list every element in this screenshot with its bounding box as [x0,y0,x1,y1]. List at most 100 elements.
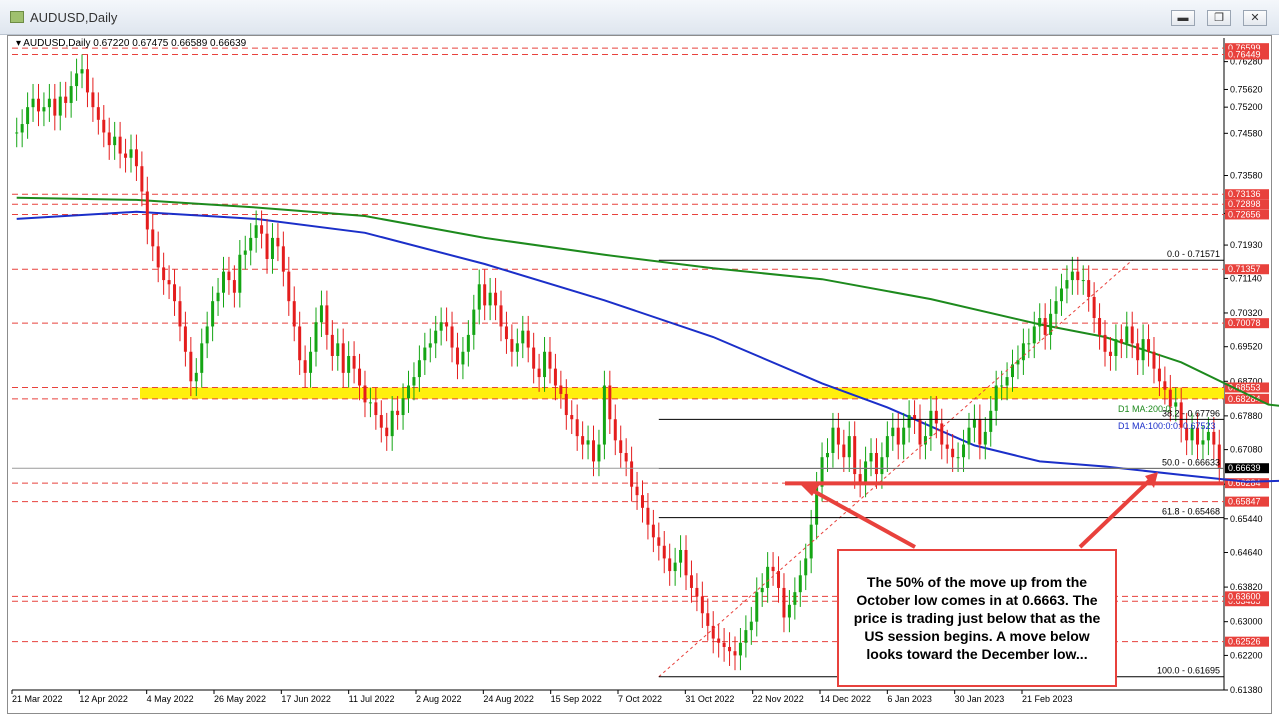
candle-body [238,254,242,293]
candle-body [1152,351,1156,369]
candle-body [276,237,280,247]
candle-body [439,322,443,331]
candle-body [450,326,454,348]
candle-body [766,566,770,588]
candle-body [53,98,57,116]
candle-body [738,642,742,656]
level-label: 0.72656 [1228,209,1261,219]
candle-body [1114,339,1118,356]
candle-body [798,575,802,593]
time-tick-label: 17 Jun 2022 [281,694,331,704]
candle-body [227,271,231,281]
candle-body [140,166,144,192]
candle-body [651,524,655,538]
candle-body [880,457,884,475]
candle-body [249,237,253,251]
chart-menu-triangle-icon[interactable]: ▾ [16,38,21,49]
candle-body [314,322,318,352]
candle-body [374,402,378,416]
candle-body [1081,280,1085,282]
candle-body [232,280,236,293]
candle-body [929,410,933,437]
ma100-label: D1 MA:100:0:0: 0.67523 [1118,421,1216,431]
candle-body [967,427,971,445]
candle-body [292,301,296,327]
candle-body [368,402,372,404]
price-tick-label: 0.67880 [1230,411,1263,421]
time-tick-label: 6 Jan 2023 [887,694,932,704]
candle-body [423,347,427,361]
candle-body [619,440,623,453]
candle-body [270,237,274,259]
level-label: 0.76449 [1228,49,1261,59]
candle-body [532,347,536,369]
candle-body [80,69,84,74]
candle-body [102,119,106,133]
support-zone-band [140,387,1224,399]
chart-symbol: AUDUSD,Daily [23,38,91,49]
candle-body [891,427,895,437]
price-tick-label: 0.67080 [1230,445,1263,455]
candle-body [254,225,258,238]
candle-body [91,92,95,108]
level-label: 0.62526 [1228,637,1261,647]
level-label: 0.71357 [1228,264,1261,274]
candle-body [504,326,508,340]
candle-body [657,537,661,546]
candle-body [956,457,960,459]
candle-body [1125,326,1129,344]
candle-body [189,351,193,382]
ohlc-values: 0.67220 0.67475 0.66589 0.66639 [93,38,247,49]
candle-body [390,410,394,437]
candle-body [499,305,503,327]
candle-body [689,575,693,588]
candle-body [559,385,563,394]
candle-body [113,136,117,146]
candle-body [983,431,987,445]
candle-body [319,305,323,323]
candle-body [1119,339,1123,344]
candle-body [581,436,585,445]
candle-body [466,334,470,352]
candle-body [64,96,68,103]
candle-body [684,549,688,576]
candle-body [178,301,182,327]
candle-body [483,284,487,306]
candle-body [407,385,411,399]
candle-body [760,587,764,593]
candle-body [1157,368,1161,382]
candle-body [1147,339,1151,352]
candle-body [42,107,46,112]
time-tick-label: 21 Mar 2022 [12,694,63,704]
candle-body [379,415,383,428]
price-tick-label: 0.61380 [1230,685,1263,695]
candle-body [564,393,568,416]
candle-body [951,448,955,458]
candle-body [896,427,900,445]
level-label: 0.63600 [1228,591,1261,601]
level-label: 0.73136 [1228,189,1261,199]
candle-body [243,250,247,255]
candle-body [1163,381,1167,390]
candle-body [26,107,30,125]
candle-body [1174,402,1178,407]
candle-body [592,440,596,462]
candle-body [1032,326,1036,344]
candle-body [363,385,367,403]
moving-average-line [16,210,1279,483]
annotation-box: The 50% of the move up from the October … [837,549,1117,687]
candle-body [428,343,432,348]
candle-body [124,153,128,158]
candle-body [1038,318,1042,327]
price-tick-label: 0.64640 [1230,548,1263,558]
candle-body [602,385,606,445]
fib-level-label: 0.0 - 0.71571 [1167,249,1220,259]
time-tick-label: 26 May 2022 [214,694,266,704]
candle-body [902,427,906,445]
candle-body [553,368,557,386]
candle-body [749,621,753,631]
candle-body [825,452,829,458]
candle-body [613,419,617,441]
candle-body [804,558,808,576]
candle-body [972,419,976,428]
